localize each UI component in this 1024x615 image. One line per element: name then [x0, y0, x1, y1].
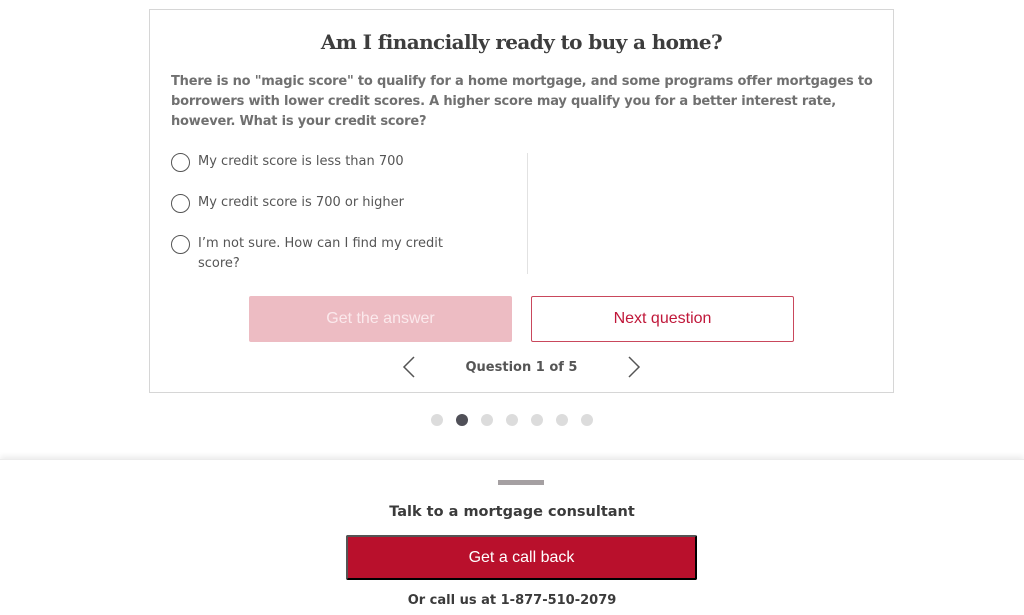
consultant-heading: Talk to a mortgage consultant: [389, 504, 635, 520]
carousel-dot[interactable]: [506, 414, 518, 426]
question-counter: Question 1 of 5: [465, 359, 578, 375]
option-label: My credit score is 700 or higher: [198, 195, 404, 210]
carousel-dot[interactable]: [431, 414, 443, 426]
next-question-button[interactable]: Next question: [531, 296, 794, 342]
carousel-dot[interactable]: [456, 414, 468, 426]
radio-button[interactable]: [171, 235, 190, 254]
option-not-sure[interactable]: I’m not sure. How can I find my credit s…: [171, 234, 471, 274]
quiz-card: Am I financially ready to buy a home? Th…: [149, 9, 894, 393]
get-answer-button[interactable]: Get the answer: [249, 296, 512, 342]
carousel-dot[interactable]: [481, 414, 493, 426]
option-700-or-higher[interactable]: My credit score is 700 or higher: [171, 193, 471, 213]
quiz-description: There is no "magic score" to qualify for…: [171, 74, 873, 129]
quiz-title: Am I financially ready to buy a home?: [320, 30, 723, 54]
radio-button[interactable]: [171, 194, 190, 213]
radio-button[interactable]: [171, 153, 190, 172]
drag-handle[interactable]: [498, 480, 544, 485]
answer-options: My credit score is less than 700 My cred…: [171, 152, 471, 295]
chevron-right-icon[interactable]: [619, 354, 649, 380]
option-less-than-700[interactable]: My credit score is less than 700: [171, 152, 471, 172]
call-us-text: Or call us at 1-877-510-2079: [407, 593, 617, 608]
carousel-dot[interactable]: [531, 414, 543, 426]
vertical-divider: [527, 153, 528, 274]
consultant-panel: Talk to a mortgage consultant Get a call…: [0, 459, 1024, 615]
option-label: My credit score is less than 700: [198, 154, 404, 169]
question-pager: Question 1 of 5: [150, 354, 893, 380]
carousel-dot[interactable]: [556, 414, 568, 426]
chevron-left-icon[interactable]: [394, 354, 424, 380]
option-label: I’m not sure. How can I find my credit s…: [198, 236, 443, 271]
carousel-dot[interactable]: [581, 414, 593, 426]
carousel-dots: [0, 414, 1024, 426]
get-call-back-button[interactable]: Get a call back: [346, 535, 697, 580]
